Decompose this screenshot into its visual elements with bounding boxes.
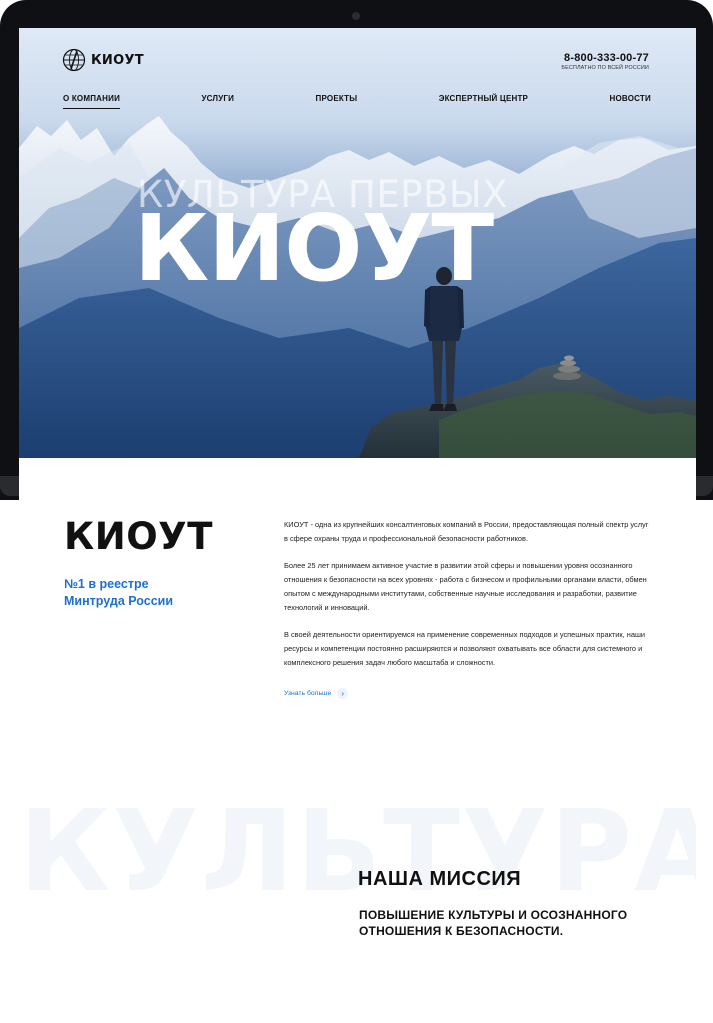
registry-badge-line2: Минтруда России bbox=[64, 593, 174, 608]
hiker-figure-image bbox=[424, 267, 464, 411]
mission-statement: ПОВЫШЕНИЕ КУЛЬТУРЫ И ОСОЗНАННОГО ОТНОШЕН… bbox=[359, 907, 679, 939]
chevron-right-icon: › bbox=[337, 688, 349, 699]
registry-badge-line1: №1 в реестре bbox=[64, 577, 149, 591]
nav-item-projects[interactable]: ПРОЕКТЫ bbox=[316, 94, 358, 109]
phone-note: БЕСПЛАТНО ПО ВСЕЙ РОССИИ bbox=[561, 65, 649, 71]
nav-item-services[interactable]: УСЛУГИ bbox=[201, 94, 234, 109]
site-logo[interactable]: КИОУТ bbox=[62, 48, 144, 72]
hero-section: КИОУТ 8-800-333-00-77 БЕСПЛАТНО ПО ВСЕЙ … bbox=[19, 28, 696, 458]
logo-globe-icon bbox=[62, 48, 86, 72]
logo-text: КИОУТ bbox=[91, 52, 144, 68]
about-paragraph: Более 25 лет принимаем активное участие … bbox=[284, 561, 647, 612]
nav-item-about[interactable]: О КОМПАНИИ bbox=[63, 94, 121, 109]
about-paragraph: КИОУТ - одна из крупнейших консалтинговы… bbox=[284, 520, 649, 543]
about-title: КИОУТ bbox=[64, 515, 213, 558]
mission-title: НАША МИССИЯ bbox=[358, 868, 522, 890]
phone-number[interactable]: 8-800-333-00-77 bbox=[561, 52, 649, 64]
about-paragraph: В своей деятельности ориентируемся на пр… bbox=[284, 630, 645, 667]
nav-item-news[interactable]: НОВОСТИ bbox=[610, 94, 651, 109]
main-navigation: О КОМПАНИИ УСЛУГИ ПРОЕКТЫ ЭКСПЕРТНЫЙ ЦЕН… bbox=[63, 94, 651, 109]
laptop-mockup: КИОУТ 8-800-333-00-77 БЕСПЛАТНО ПО ВСЕЙ … bbox=[0, 0, 713, 1023]
about-description: КИОУТ - одна из крупнейших консалтинговы… bbox=[284, 518, 654, 683]
learn-more-label: Узнать больше bbox=[284, 690, 332, 697]
registry-badge: №1 в реестре Минтруда России bbox=[64, 576, 173, 610]
camera-icon bbox=[352, 12, 360, 20]
nav-item-expert-center[interactable]: ЭКСПЕРТНЫЙ ЦЕНТР bbox=[439, 94, 528, 109]
mission-line1: ПОВЫШЕНИЕ КУЛЬТУРЫ И ОСОЗНАННОГО bbox=[359, 908, 628, 922]
mission-line2: ОТНОШЕНИЯ К БЕЗОПАСНОСТИ. bbox=[359, 924, 564, 938]
website-screen: КИОУТ 8-800-333-00-77 БЕСПЛАТНО ПО ВСЕЙ … bbox=[19, 28, 696, 1023]
contact-phone[interactable]: 8-800-333-00-77 БЕСПЛАТНО ПО ВСЕЙ РОССИИ bbox=[561, 52, 649, 71]
background-word: КУЛЬТУРА bbox=[19, 787, 696, 917]
learn-more-link[interactable]: Узнать больше › bbox=[284, 688, 349, 699]
